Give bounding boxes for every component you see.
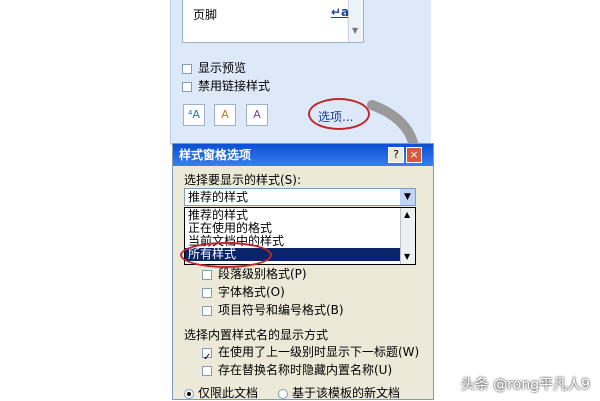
- font-format-checkbox[interactable]: [202, 287, 212, 298]
- style-list[interactable]: 页脚 ↵a ▼: [182, 0, 364, 43]
- font-format-label: 字体格式(O): [218, 285, 285, 299]
- show-preview-option[interactable]: 显示预览: [182, 60, 246, 76]
- show-preview-label: 显示预览: [198, 61, 247, 75]
- style-inspector-button[interactable]: A: [214, 104, 236, 126]
- manage-styles-button[interactable]: A: [246, 104, 268, 126]
- builtin-names-label: 选择内置样式名的显示方式: [184, 328, 329, 342]
- close-button[interactable]: ×: [406, 147, 422, 163]
- style-list-scrollbar[interactable]: ▼: [348, 0, 363, 42]
- this-document-radio[interactable]: [184, 388, 194, 399]
- hide-builtin-option[interactable]: 存在替换名称时隐藏内置名称(U): [202, 362, 392, 378]
- paragraph-format-checkbox[interactable]: [202, 269, 212, 280]
- scroll-down-icon[interactable]: ▼: [404, 252, 410, 261]
- paragraph-mark-icon: ↵a: [331, 5, 350, 19]
- help-button[interactable]: ?: [388, 147, 404, 163]
- show-preview-checkbox[interactable]: [182, 63, 192, 74]
- template-label: 基于该模板的新文档: [292, 386, 401, 400]
- paragraph-format-option[interactable]: 段落级别格式(P): [202, 266, 307, 282]
- chevron-down-icon[interactable]: ▼: [400, 189, 415, 205]
- paragraph-format-label: 段落级别格式(P): [218, 267, 307, 281]
- template-radio[interactable]: [278, 388, 288, 399]
- dropdown-scrollbar[interactable]: ▲ ▼: [400, 208, 415, 264]
- this-document-option[interactable]: 仅限此文档: [184, 385, 258, 401]
- scroll-up-icon[interactable]: ▲: [404, 210, 410, 219]
- show-next-heading-option[interactable]: 在使用了上一级别时显示下一标题(W): [202, 344, 419, 360]
- disable-linked-option[interactable]: 禁用链接样式: [182, 78, 270, 94]
- bullets-format-label: 项目符号和编号格式(B): [218, 303, 344, 317]
- bullets-format-checkbox[interactable]: [202, 305, 212, 316]
- styles-to-show-select[interactable]: 推荐的样式 ▼: [184, 188, 416, 206]
- show-next-heading-checkbox[interactable]: [202, 347, 212, 358]
- this-document-label: 仅限此文档: [198, 386, 259, 400]
- style-item-footer[interactable]: 页脚: [193, 6, 217, 23]
- template-option[interactable]: 基于该模板的新文档: [278, 385, 400, 401]
- font-format-option[interactable]: 字体格式(O): [202, 284, 285, 300]
- watermark: 头条 @rong平凡人9: [460, 377, 590, 393]
- hide-builtin-checkbox[interactable]: [202, 365, 212, 376]
- scroll-down-icon[interactable]: ▼: [352, 26, 358, 35]
- all-styles-highlight-oval: [180, 242, 272, 268]
- disable-linked-label: 禁用链接样式: [198, 79, 271, 93]
- new-style-button[interactable]: ⁴A: [183, 104, 205, 126]
- bullets-format-option[interactable]: 项目符号和编号格式(B): [202, 302, 344, 318]
- styles-to-show-value: 推荐的样式: [188, 190, 249, 204]
- select-styles-label: 选择要显示的样式(S):: [184, 173, 302, 187]
- hide-builtin-label: 存在替换名称时隐藏内置名称(U): [218, 363, 393, 377]
- disable-linked-checkbox[interactable]: [182, 81, 192, 92]
- show-next-heading-label: 在使用了上一级别时显示下一标题(W): [218, 345, 420, 359]
